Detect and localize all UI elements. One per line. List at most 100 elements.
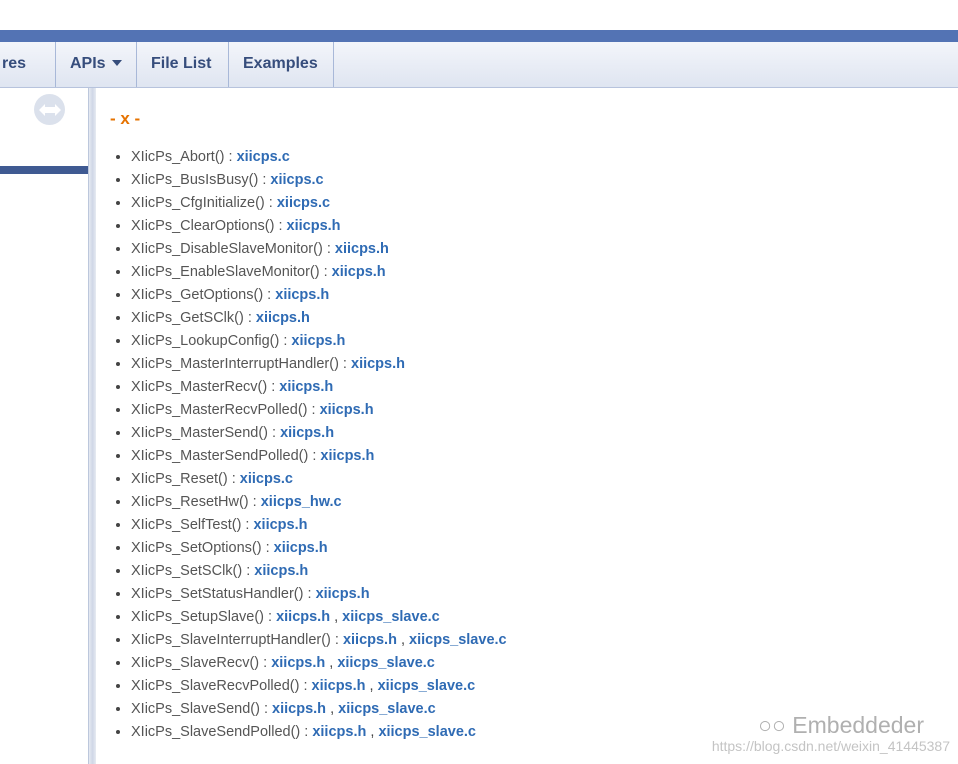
- function-name: XIicPs_LookupConfig() :: [131, 333, 292, 349]
- nav-examples[interactable]: Examples: [229, 42, 334, 87]
- file-link[interactable]: xiicps_slave.c: [342, 609, 440, 625]
- main-content: - x - XIicPs_Abort() : xiicps.cXIicPs_Bu…: [96, 88, 958, 764]
- file-link[interactable]: xiicps.h: [335, 241, 389, 257]
- file-link[interactable]: xiicps.h: [256, 310, 310, 326]
- separator: ,: [330, 609, 343, 625]
- function-name: XIicPs_MasterRecv() :: [131, 379, 280, 395]
- sync-arrows-icon[interactable]: [34, 94, 65, 125]
- file-link[interactable]: xiicps.h: [254, 563, 308, 579]
- list-item: XIicPs_MasterSend() : xiicps.h: [131, 424, 507, 447]
- watermark-url: https://blog.csdn.net/weixin_41445387: [711, 738, 950, 754]
- separator: ,: [326, 701, 339, 717]
- selected-tree-item[interactable]: [0, 166, 88, 174]
- file-link[interactable]: xiicps_slave.c: [409, 632, 507, 648]
- function-name: XIicPs_Abort() :: [131, 149, 237, 165]
- file-link[interactable]: xiicps.c: [240, 471, 293, 487]
- list-item: XIicPs_SetSClk() : xiicps.h: [131, 562, 507, 585]
- function-name: XIicPs_SetStatusHandler() :: [131, 586, 316, 602]
- function-name: XIicPs_SlaveSend() :: [131, 701, 273, 717]
- file-link[interactable]: xiicps.h: [279, 379, 333, 395]
- nav-label: res: [2, 55, 27, 72]
- section-heading: - x -: [110, 109, 141, 128]
- nav-apis-menu[interactable]: APIs: [56, 42, 137, 87]
- function-name: XIicPs_GetSClk() :: [131, 310, 256, 326]
- function-name: XIicPs_MasterSendPolled() :: [131, 448, 321, 464]
- file-link[interactable]: xiicps.h: [280, 425, 334, 441]
- function-name: XIicPs_SlaveRecv() :: [131, 655, 272, 671]
- list-item: XIicPs_GetOptions() : xiicps.h: [131, 286, 507, 309]
- nav-file-list[interactable]: File List: [137, 42, 229, 87]
- wechat-icon: ○○: [758, 712, 786, 738]
- function-name: XIicPs_CfgInitialize() :: [131, 195, 277, 211]
- nav-label: APIs: [70, 55, 106, 72]
- file-link[interactable]: xiicps.h: [320, 402, 374, 418]
- file-link[interactable]: xiicps.h: [253, 517, 307, 533]
- file-link[interactable]: xiicps.h: [312, 678, 366, 694]
- function-name: XIicPs_ResetHw() :: [131, 494, 261, 510]
- separator: ,: [325, 655, 338, 671]
- list-item: XIicPs_SetupSlave() : xiicps.h , xiicps_…: [131, 608, 507, 631]
- nav-label: File List: [151, 55, 212, 72]
- file-link[interactable]: xiicps.h: [272, 701, 326, 717]
- file-link[interactable]: xiicps.h: [275, 287, 329, 303]
- nav-bar: res APIs File List Examples: [0, 42, 958, 110]
- list-item: XIicPs_LookupConfig() : xiicps.h: [131, 332, 507, 355]
- function-name: XIicPs_SetOptions() :: [131, 540, 274, 556]
- sidebar-splitter[interactable]: [88, 88, 96, 764]
- nav-tree-sidebar: [0, 88, 90, 764]
- file-link[interactable]: xiicps_slave.c: [378, 724, 476, 740]
- file-link[interactable]: xiicps.h: [351, 356, 405, 372]
- function-name: XIicPs_DisableSlaveMonitor() :: [131, 241, 335, 257]
- file-link[interactable]: xiicps.h: [320, 448, 374, 464]
- function-name: XIicPs_SlaveRecvPolled() :: [131, 678, 312, 694]
- function-name: XIicPs_EnableSlaveMonitor() :: [131, 264, 332, 280]
- list-item: XIicPs_Reset() : xiicps.c: [131, 470, 507, 493]
- file-link[interactable]: xiicps.h: [332, 264, 386, 280]
- file-link[interactable]: xiicps.h: [271, 655, 325, 671]
- function-name: XIicPs_BusIsBusy() :: [131, 172, 271, 188]
- separator: ,: [365, 678, 378, 694]
- function-name: XIicPs_MasterSend() :: [131, 425, 281, 441]
- function-name: XIicPs_SetupSlave() :: [131, 609, 277, 625]
- file-link[interactable]: xiicps.h: [291, 333, 345, 349]
- file-link[interactable]: xiicps_slave.c: [337, 655, 435, 671]
- file-link[interactable]: xiicps.h: [316, 586, 370, 602]
- separator: ,: [396, 632, 410, 648]
- header-bar: [0, 30, 958, 42]
- list-item: XIicPs_ClearOptions() : xiicps.h: [131, 217, 507, 240]
- list-item: XIicPs_SlaveSendPolled() : xiicps.h , xi…: [131, 723, 507, 746]
- list-item: XIicPs_CfgInitialize() : xiicps.c: [131, 194, 507, 217]
- file-link[interactable]: xiicps.c: [237, 149, 290, 165]
- list-item: XIicPs_SlaveRecvPolled() : xiicps.h , xi…: [131, 677, 507, 700]
- function-name: XIicPs_MasterRecvPolled() :: [131, 402, 320, 418]
- list-item: XIicPs_SetStatusHandler() : xiicps.h: [131, 585, 507, 608]
- top-strip: [0, 0, 958, 30]
- list-item: XIicPs_SelfTest() : xiicps.h: [131, 516, 507, 539]
- function-name: XIicPs_Reset() :: [131, 471, 240, 487]
- file-link[interactable]: xiicps.c: [277, 195, 330, 211]
- file-link[interactable]: xiicps_hw.c: [261, 494, 342, 510]
- file-link[interactable]: xiicps.c: [270, 172, 323, 188]
- file-link[interactable]: xiicps.h: [312, 724, 366, 740]
- list-item: XIicPs_GetSClk() : xiicps.h: [131, 309, 507, 332]
- list-item: XIicPs_SetOptions() : xiicps.h: [131, 539, 507, 562]
- function-list: XIicPs_Abort() : xiicps.cXIicPs_BusIsBus…: [110, 148, 507, 746]
- separator: ,: [366, 724, 379, 740]
- function-name: XIicPs_MasterInterruptHandler() :: [131, 356, 351, 372]
- file-link[interactable]: xiicps_slave.c: [338, 701, 436, 717]
- list-item: XIicPs_SlaveInterruptHandler() : xiicps.…: [131, 631, 507, 654]
- list-item: XIicPs_DisableSlaveMonitor() : xiicps.h: [131, 240, 507, 263]
- file-link[interactable]: xiicps.h: [343, 632, 397, 648]
- file-link[interactable]: xiicps_slave.c: [378, 678, 476, 694]
- list-item: XIicPs_BusIsBusy() : xiicps.c: [131, 171, 507, 194]
- file-link[interactable]: xiicps.h: [276, 609, 330, 625]
- list-item: XIicPs_MasterInterruptHandler() : xiicps…: [131, 355, 507, 378]
- watermark-brand: ○○ Embeddeder: [758, 712, 924, 739]
- caret-down-icon: [111, 59, 122, 66]
- file-link[interactable]: xiicps.h: [287, 218, 341, 234]
- watermark-text: Embeddeder: [792, 712, 924, 738]
- file-link[interactable]: xiicps.h: [274, 540, 328, 556]
- list-item: XIicPs_SlaveRecv() : xiicps.h , xiicps_s…: [131, 654, 507, 677]
- list-item: XIicPs_Abort() : xiicps.c: [131, 148, 507, 171]
- nav-structures-menu[interactable]: res: [0, 42, 56, 110]
